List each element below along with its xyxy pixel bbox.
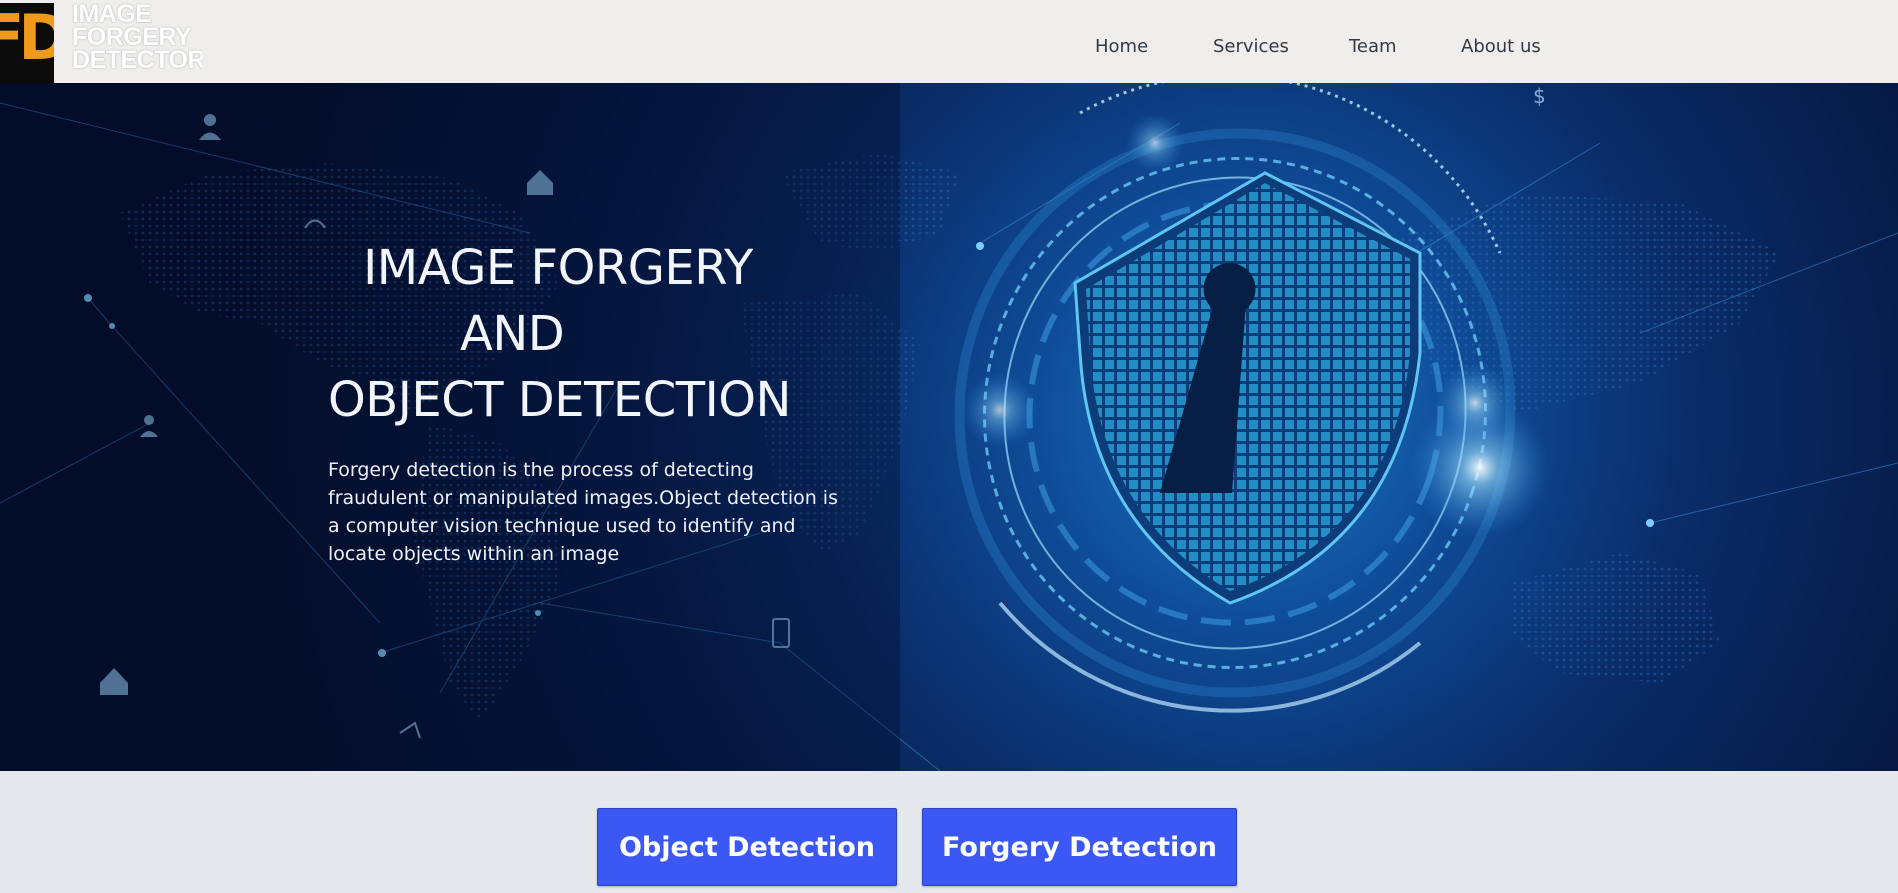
nav-home[interactable]: Home [1095, 36, 1148, 57]
hero-banner: $ IMAGE FORGERY AND OBJECT DETECTION For… [0, 83, 1898, 771]
hero-title-line-1: IMAGE FORGERY [363, 240, 753, 297]
hero-background-illustration: $ [0, 83, 1898, 771]
svg-text:$: $ [1533, 84, 1546, 108]
nav-services[interactable]: Services [1213, 36, 1289, 57]
hero-title-line-3: OBJECT DETECTION [328, 372, 791, 429]
object-detection-button[interactable]: Object Detection [597, 808, 897, 886]
nav-about-us[interactable]: About us [1461, 36, 1541, 57]
navbar: FD IMAGE FORGERY DETECTOR Home Services … [0, 0, 1898, 84]
hero-title: IMAGE FORGERY AND OBJECT DETECTION [328, 235, 791, 433]
hero-description: Forgery detection is the process of dete… [328, 459, 838, 565]
nav-team[interactable]: Team [1349, 36, 1397, 57]
main-nav: Home Services Team About us [0, 36, 1898, 66]
hero-title-line-2: AND [460, 306, 565, 363]
forgery-detection-button[interactable]: Forgery Detection [922, 808, 1237, 886]
